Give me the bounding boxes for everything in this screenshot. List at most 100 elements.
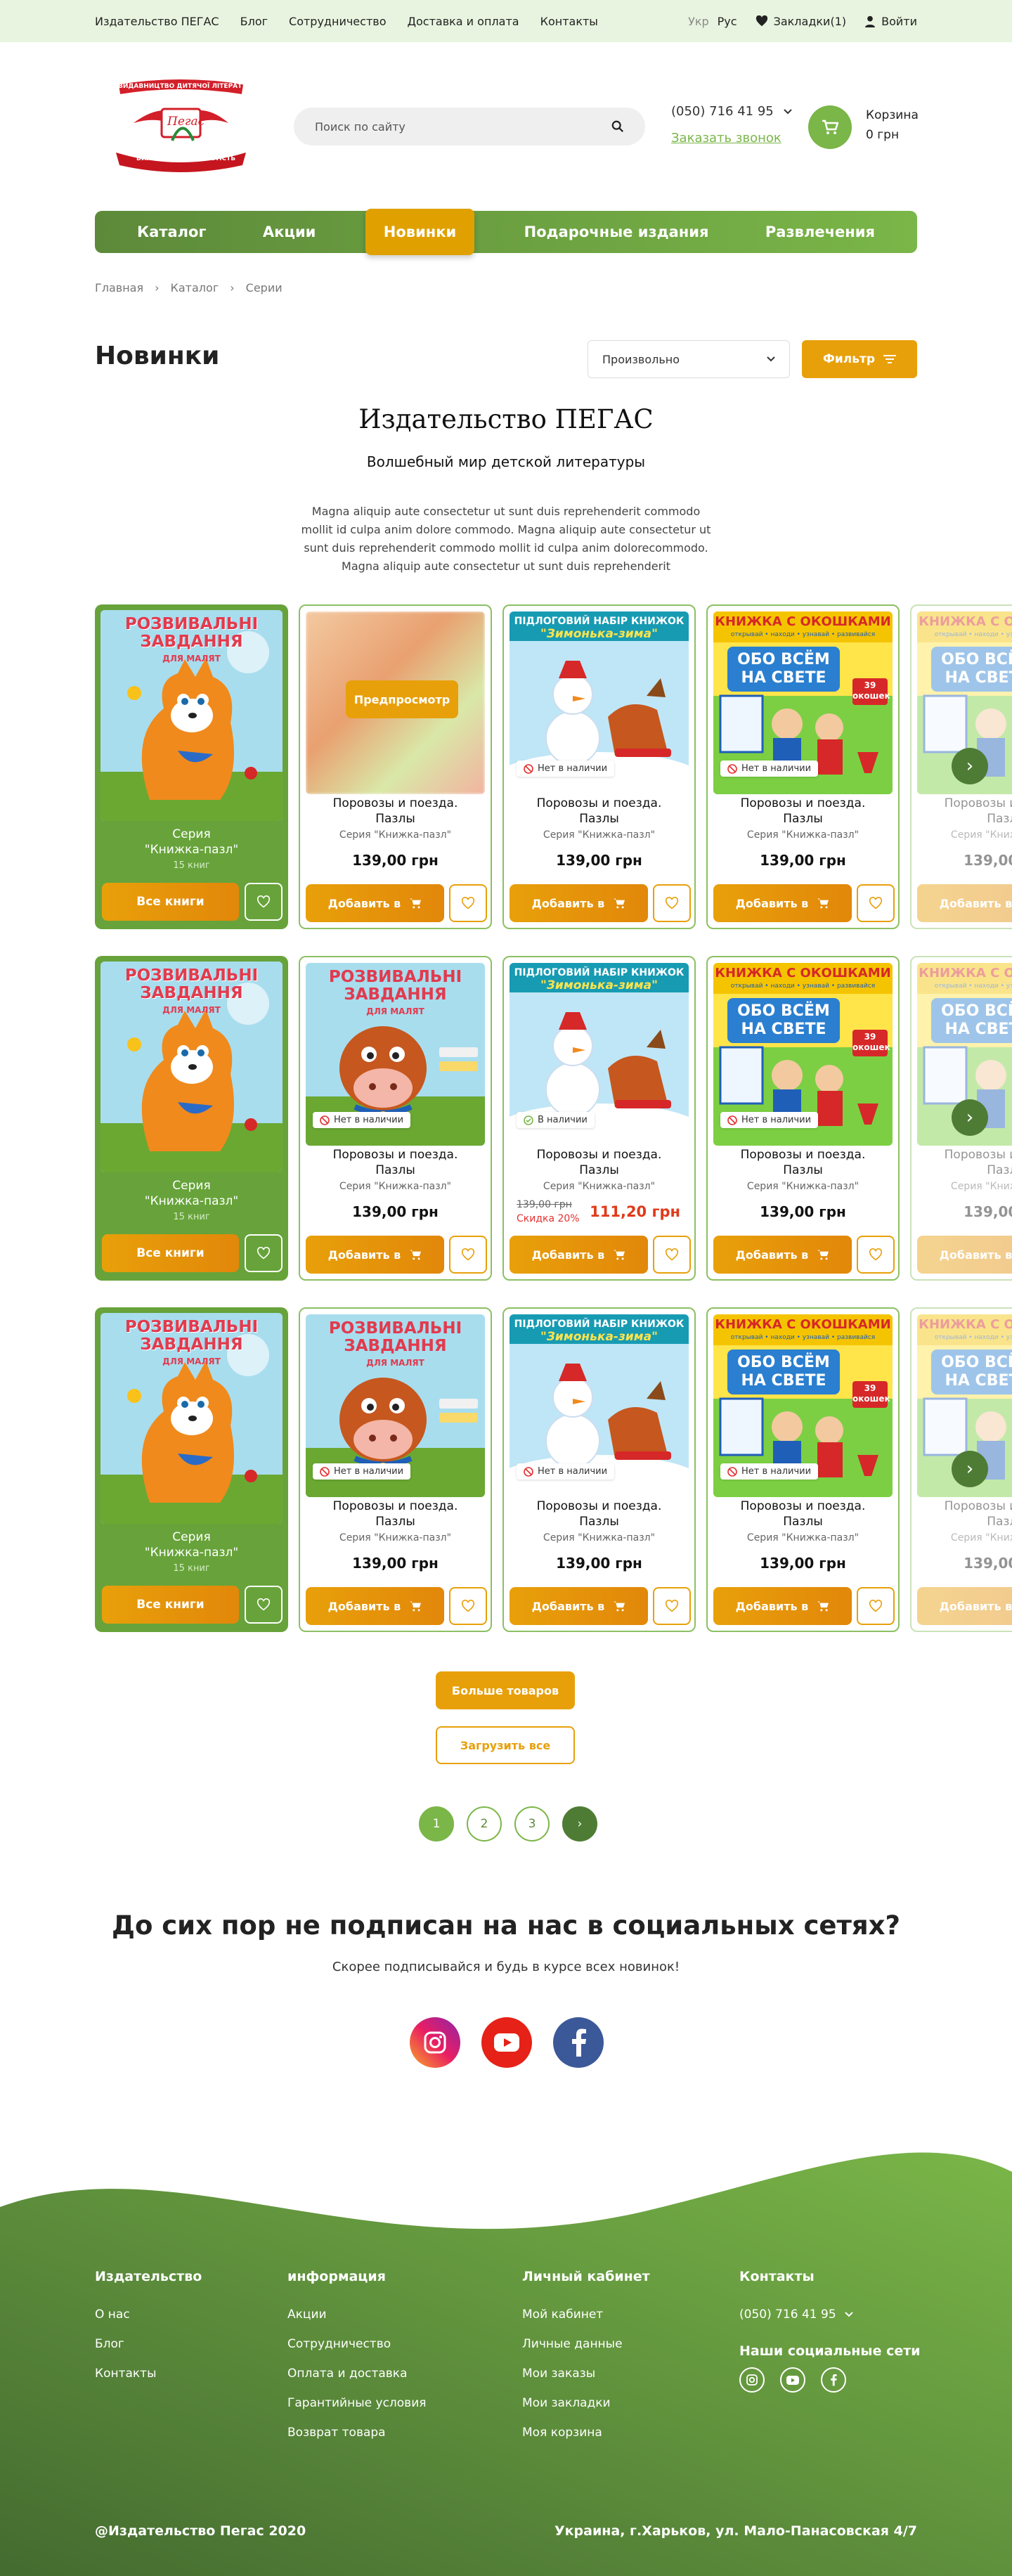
favorite-button[interactable] (857, 884, 895, 922)
add-to-cart-button[interactable]: Добавить в (917, 1587, 1012, 1625)
add-to-cart-button[interactable]: Добавить в (306, 884, 444, 922)
carousel-next-button[interactable]: › (952, 1099, 988, 1136)
add-to-cart-button[interactable]: Добавить в (917, 884, 1012, 922)
favorite-button[interactable] (653, 884, 691, 922)
product-card[interactable]: Предпросмотр Поровозы и поезда. Пазлы Се… (299, 604, 492, 929)
series-card[interactable]: РОЗВИВАЛЬНІ ЗАВДАННЯ ДЛЯ МАЛЯТ Серия "Кн… (95, 956, 288, 1281)
add-to-cart-button[interactable]: Добавить в (713, 1587, 852, 1625)
all-books-button[interactable]: Все книги (102, 883, 239, 921)
favorite-button[interactable] (245, 883, 283, 921)
next-page-button[interactable]: › (562, 1806, 597, 1842)
bookmarks-link[interactable]: Закладки(1) (755, 15, 846, 28)
instagram-icon[interactable] (739, 2367, 765, 2393)
login-link[interactable]: Войти (864, 15, 917, 28)
breadcrumb-home[interactable]: Главная (95, 281, 143, 295)
breadcrumb-series[interactable]: Серии (246, 281, 283, 295)
favorite-button[interactable] (449, 1587, 487, 1625)
add-to-cart-button[interactable]: Добавить в (306, 1236, 444, 1274)
facebook-icon[interactable] (821, 2367, 846, 2393)
search-box[interactable]: Поиск по сайту (294, 108, 645, 145)
series-card[interactable]: РОЗВИВАЛЬНІ ЗАВДАННЯ ДЛЯ МАЛЯТ Серия "Кн… (95, 604, 288, 929)
favorite-button[interactable] (653, 1587, 691, 1625)
top-link-cooperation[interactable]: Сотрудничество (289, 15, 386, 28)
search-input[interactable]: Поиск по сайту (315, 120, 406, 134)
footer-link[interactable]: Моя корзина (522, 2418, 650, 2447)
footer-link[interactable]: Контакты (95, 2359, 202, 2388)
favorite-button[interactable] (857, 1236, 895, 1274)
product-name[interactable]: Поровозы и поезда. Пазлы (504, 796, 694, 827)
product-name[interactable]: Поровозы и поезда. Пазлы (504, 1147, 694, 1178)
footer-link[interactable]: Сотрудничество (287, 2329, 426, 2359)
callback-link[interactable]: Заказать звонок (671, 131, 781, 145)
top-link-contacts[interactable]: Контакты (540, 15, 598, 28)
youtube-link[interactable] (481, 2017, 532, 2068)
instagram-link[interactable] (410, 2017, 460, 2068)
product-card[interactable]: ПІДЛОГОВИЙ НАБІР КНИЖОК "Зимонька-зима" … (502, 956, 696, 1281)
nav-entertainment[interactable]: Развлечения (758, 211, 882, 253)
lang-rus[interactable]: Рус (718, 15, 737, 28)
favorite-button[interactable] (245, 1234, 283, 1272)
product-card[interactable]: РОЗВИВАЛЬНІ ЗАВДАННЯ ДЛЯ МАЛЯТ Поровозы … (299, 1307, 492, 1632)
favorite-button[interactable] (857, 1587, 895, 1625)
footer-link[interactable]: Мой кабинет (522, 2300, 650, 2329)
top-link-blog[interactable]: Блог (240, 15, 268, 28)
product-card[interactable]: КНИЖКА С ОКОШКАМИ открывай • находи • уз… (706, 956, 900, 1281)
product-name[interactable]: Поровозы и поезда. Пазлы (912, 1147, 1012, 1178)
product-name[interactable]: Поровозы и поезда. Пазлы (300, 1499, 491, 1529)
phone-dropdown[interactable]: (050) 716 41 95 (671, 104, 792, 119)
all-books-button[interactable]: Все книги (102, 1234, 239, 1272)
product-image[interactable]: Предпросмотр (306, 611, 485, 794)
carousel-next-button[interactable]: › (952, 1451, 988, 1487)
product-name[interactable]: Поровозы и поезда. Пазлы (708, 796, 898, 827)
cart-button[interactable] (808, 105, 852, 149)
carousel-next-button[interactable]: › (952, 748, 988, 784)
add-to-cart-button[interactable]: Добавить в (713, 1236, 852, 1274)
nav-catalog[interactable]: Каталог (130, 211, 213, 253)
product-name[interactable]: Поровозы и поезда. Пазлы (912, 1499, 1012, 1529)
footer-link[interactable]: О нас (95, 2300, 202, 2329)
product-name[interactable]: Поровозы и поезда. Пазлы (708, 1147, 898, 1178)
sort-select[interactable]: Произвольно (588, 340, 790, 378)
product-card[interactable]: КНИЖКА С ОКОШКАМИ открывай • находи • уз… (706, 604, 900, 929)
footer-link[interactable]: Блог (95, 2329, 202, 2359)
favorite-button[interactable] (449, 884, 487, 922)
lang-ukr[interactable]: Укр (688, 15, 709, 28)
product-card[interactable]: КНИЖКА С ОКОШКАМИ открывай • находи • уз… (706, 1307, 900, 1632)
nav-new[interactable]: Новинки (365, 209, 475, 255)
footer-link[interactable]: Мои закладки (522, 2388, 650, 2418)
add-to-cart-button[interactable]: Добавить в (510, 884, 648, 922)
site-logo[interactable]: ВИДАВНИЦТВО ДИТЯЧОЇ ЛІТЕРАТУРИ Пегас ВИХ… (105, 74, 257, 176)
filter-button[interactable]: Фильтр (802, 340, 917, 378)
footer-link[interactable]: Гарантийные условия (287, 2388, 426, 2418)
all-books-button[interactable]: Все книги (102, 1586, 239, 1624)
product-name[interactable]: Поровозы и поезда. Пазлы (300, 796, 491, 827)
series-card[interactable]: РОЗВИВАЛЬНІ ЗАВДАННЯ ДЛЯ МАЛЯТ Серия "Кн… (95, 1307, 288, 1632)
footer-phone[interactable]: (050) 716 41 95 (739, 2300, 921, 2329)
add-to-cart-button[interactable]: Добавить в (917, 1236, 1012, 1274)
search-icon[interactable] (611, 120, 624, 133)
page-3[interactable]: 3 (514, 1806, 550, 1842)
top-link-delivery[interactable]: Доставка и оплата (407, 15, 519, 28)
preview-button[interactable]: Предпросмотр (346, 680, 458, 718)
nav-gift[interactable]: Подарочные издания (517, 211, 716, 253)
favorite-button[interactable] (653, 1236, 691, 1274)
more-products-button[interactable]: Больше товаров (436, 1671, 575, 1709)
product-name[interactable]: Поровозы и поезда. Пазлы (300, 1147, 491, 1178)
add-to-cart-button[interactable]: Добавить в (510, 1236, 648, 1274)
footer-link[interactable]: Мои заказы (522, 2359, 650, 2388)
add-to-cart-button[interactable]: Добавить в (306, 1587, 444, 1625)
nav-sales[interactable]: Акции (256, 211, 323, 253)
add-to-cart-button[interactable]: Добавить в (510, 1587, 648, 1625)
footer-link[interactable]: Акции (287, 2300, 426, 2329)
product-name[interactable]: Поровозы и поезда. Пазлы (504, 1499, 694, 1529)
product-name[interactable]: Поровозы и поезда. Пазлы (708, 1499, 898, 1529)
add-to-cart-button[interactable]: Добавить в (713, 884, 852, 922)
facebook-link[interactable] (553, 2017, 604, 2068)
breadcrumb-catalog[interactable]: Каталог (171, 281, 219, 295)
youtube-icon[interactable] (780, 2367, 805, 2393)
product-card[interactable]: ПІДЛОГОВИЙ НАБІР КНИЖОК "Зимонька-зима" … (502, 604, 696, 929)
page-2[interactable]: 2 (467, 1806, 502, 1842)
load-all-button[interactable]: Загрузить все (436, 1726, 575, 1764)
favorite-button[interactable] (245, 1586, 283, 1624)
top-link-publisher[interactable]: Издательство ПЕГАС (95, 15, 219, 28)
